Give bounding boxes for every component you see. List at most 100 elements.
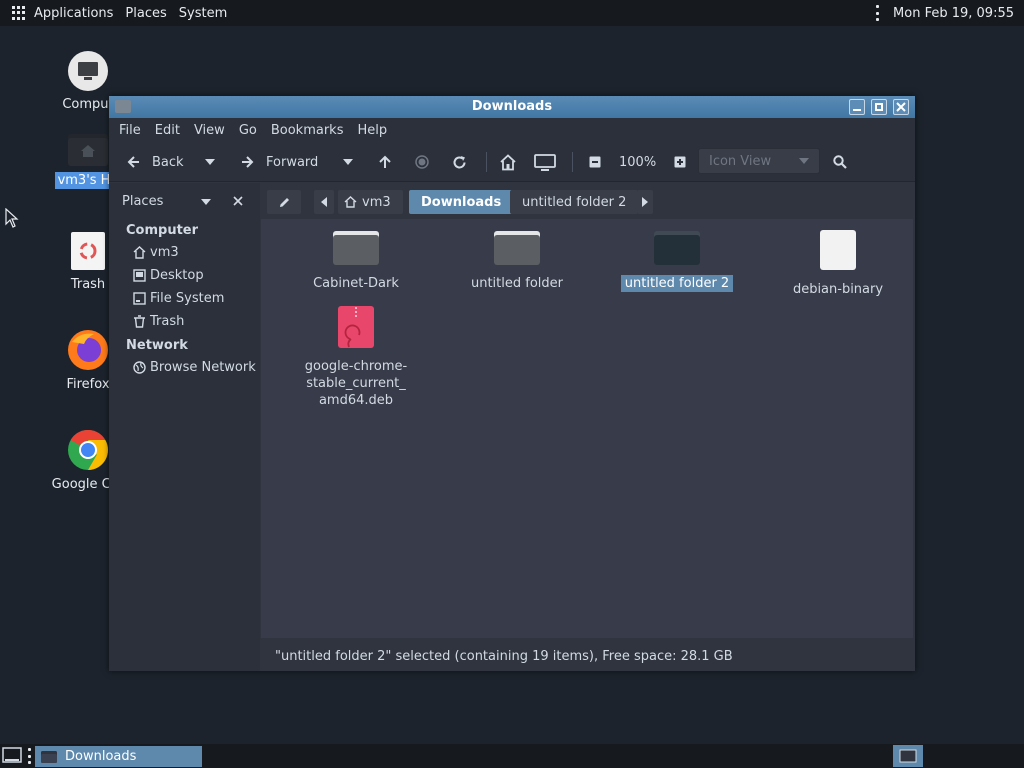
minimize-button[interactable] bbox=[849, 99, 865, 115]
monitor-icon bbox=[534, 153, 556, 171]
sidebar-header-label: Places bbox=[122, 194, 164, 209]
folder-icon bbox=[41, 750, 57, 763]
maximize-button[interactable] bbox=[871, 99, 887, 115]
stop-icon bbox=[415, 155, 429, 169]
home-button[interactable] bbox=[499, 142, 517, 182]
crumb-untitled-folder-2[interactable]: untitled folder 2 bbox=[510, 190, 639, 214]
file-name: Cabinet-Dark bbox=[313, 276, 399, 291]
file-name: debian-binary bbox=[792, 282, 884, 297]
file-item-untitled-folder[interactable]: untitled folder bbox=[447, 231, 587, 292]
chevron-right-icon bbox=[642, 197, 648, 207]
close-sidebar-icon[interactable] bbox=[233, 196, 243, 206]
deb-package-icon bbox=[338, 306, 374, 348]
workspace-switcher[interactable] bbox=[893, 745, 923, 767]
zoom-in-button[interactable] bbox=[674, 142, 686, 182]
toolbar-separator bbox=[572, 152, 573, 172]
arrow-up-icon bbox=[379, 155, 391, 168]
applications-label: Applications bbox=[34, 5, 114, 21]
menu-file[interactable]: File bbox=[112, 123, 148, 138]
menu-go[interactable]: Go bbox=[232, 123, 264, 138]
file-item-untitled-folder-2[interactable]: untitled folder 2 bbox=[607, 231, 747, 292]
trash-icon bbox=[71, 232, 105, 270]
show-desktop-icon[interactable] bbox=[2, 747, 22, 764]
places-menu[interactable]: Places bbox=[119, 0, 172, 26]
clock[interactable]: Mon Feb 19, 09:55 bbox=[893, 6, 1014, 21]
stop-button[interactable] bbox=[415, 142, 429, 182]
zoom-level: 100% bbox=[619, 154, 657, 170]
sidebar-item-desktop[interactable]: Desktop bbox=[133, 265, 204, 285]
applications-menu[interactable]: Applications bbox=[0, 0, 119, 26]
home-folder-icon bbox=[68, 134, 108, 166]
crumb-label: vm3 bbox=[362, 194, 391, 210]
back-label: Back bbox=[152, 154, 184, 170]
taskbar-handle-icon[interactable] bbox=[27, 748, 31, 764]
zoom-out-icon bbox=[589, 156, 601, 168]
sidebar-item-browse-network[interactable]: Browse Network bbox=[133, 357, 256, 377]
search-button[interactable] bbox=[833, 142, 847, 182]
file-item-debian-binary[interactable]: debian-binary bbox=[768, 229, 908, 298]
sidebar-section-computer: Computer bbox=[126, 223, 199, 238]
sidebar-item-label: File System bbox=[150, 290, 225, 306]
menu-bookmarks[interactable]: Bookmarks bbox=[264, 123, 351, 138]
sidebar-section-network: Network bbox=[126, 338, 188, 353]
zoom-in-icon bbox=[674, 156, 686, 168]
menu-edit[interactable]: Edit bbox=[148, 123, 187, 138]
top-panel: Applications Places System Mon Feb 19, 0… bbox=[0, 0, 1024, 26]
menu-help[interactable]: Help bbox=[350, 123, 394, 138]
sidebar-item-filesystem[interactable]: File System bbox=[133, 288, 224, 308]
desktop-icon-label: Firefox bbox=[66, 377, 110, 392]
edit-location-button[interactable] bbox=[267, 190, 301, 214]
sidebar-item-label: vm3 bbox=[150, 244, 179, 260]
reload-button[interactable] bbox=[452, 142, 467, 182]
path-scroll-left[interactable] bbox=[314, 190, 334, 214]
forward-history-dropdown[interactable] bbox=[343, 142, 353, 182]
panel-menu-icon[interactable] bbox=[875, 5, 879, 21]
back-history-dropdown[interactable] bbox=[205, 142, 215, 182]
system-menu[interactable]: System bbox=[173, 0, 233, 26]
chevron-down-icon bbox=[799, 158, 809, 164]
computer-button[interactable] bbox=[534, 142, 556, 182]
crumb-downloads[interactable]: Downloads bbox=[409, 190, 514, 214]
arrow-right-icon bbox=[242, 156, 254, 168]
sidebar-item-label: Trash bbox=[150, 313, 185, 329]
sidebar-item-label: Desktop bbox=[150, 267, 204, 283]
arrow-left-icon bbox=[127, 156, 139, 168]
close-button[interactable] bbox=[893, 99, 909, 115]
view-mode-select[interactable]: Icon View bbox=[698, 148, 820, 174]
file-item-cabinet-dark[interactable]: Cabinet-Dark bbox=[286, 231, 426, 292]
document-icon bbox=[820, 230, 856, 270]
sidebar-item-vm3[interactable]: vm3 bbox=[133, 242, 179, 262]
file-name: untitled folder 2 bbox=[620, 275, 734, 292]
system-label: System bbox=[178, 5, 228, 21]
forward-button[interactable]: Forward bbox=[240, 142, 318, 182]
file-item-google-chrome-deb[interactable]: google-chrome- stable_current_ amd64.deb bbox=[286, 305, 426, 409]
workspace-window-icon bbox=[899, 749, 917, 763]
file-view[interactable]: Cabinet-Dark untitled folder untitled fo… bbox=[261, 219, 913, 638]
back-button[interactable]: Back bbox=[127, 142, 184, 182]
folder-icon bbox=[494, 231, 540, 265]
chevron-down-icon bbox=[343, 159, 353, 165]
sidebar-item-trash[interactable]: Trash bbox=[133, 311, 184, 331]
pathbar: vm3 Downloads untitled folder 2 bbox=[260, 183, 915, 219]
drive-icon bbox=[133, 291, 146, 305]
toolbar: Back Forward 100% Icon View bbox=[109, 142, 915, 182]
chevron-down-icon[interactable] bbox=[201, 199, 211, 205]
close-icon bbox=[896, 102, 906, 112]
up-button[interactable] bbox=[378, 142, 392, 182]
status-bar: "untitled folder 2" selected (containing… bbox=[261, 639, 915, 671]
sidebar-item-label: Browse Network bbox=[150, 359, 256, 375]
crumb-vm3[interactable]: vm3 bbox=[338, 190, 403, 214]
taskbar-item-downloads[interactable]: Downloads bbox=[35, 746, 202, 767]
window-titlebar[interactable]: Downloads bbox=[109, 96, 915, 118]
reload-icon bbox=[453, 155, 466, 168]
folder-icon bbox=[333, 231, 379, 265]
path-scroll-right[interactable] bbox=[637, 190, 653, 214]
home-icon bbox=[133, 245, 146, 259]
menubar: File Edit View Go Bookmarks Help bbox=[109, 118, 915, 142]
places-label: Places bbox=[125, 5, 167, 21]
desktop-icon bbox=[133, 268, 146, 282]
home-icon bbox=[344, 196, 357, 208]
menu-view[interactable]: View bbox=[187, 123, 232, 138]
zoom-out-button[interactable] bbox=[589, 142, 601, 182]
apps-grid-icon bbox=[12, 6, 26, 20]
